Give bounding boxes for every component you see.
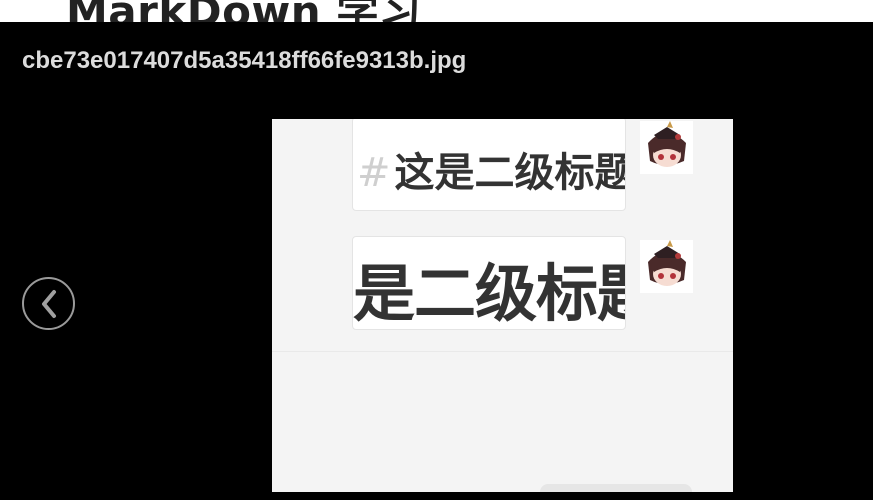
avatar-icon [640, 240, 693, 293]
preview-image: #这是二级标题 是二级标题 [272, 119, 733, 492]
input-bar [540, 484, 692, 492]
bubble-text: # 这是二级标题 [357, 140, 626, 198]
bubble-text: 是二级标题 [353, 257, 625, 330]
hash-mark: # [357, 150, 391, 196]
previous-image-button[interactable] [22, 277, 75, 330]
heading-text: 这是二级标题 [394, 150, 626, 196]
chat-bubble: # 这是二级标题 [352, 119, 626, 211]
image-viewer-overlay: cbe73e017407d5a35418ff66fe9313b.jpg # 这是二… [0, 22, 873, 500]
avatar-icon [640, 121, 693, 174]
chat-bubble: 是二级标题 [352, 236, 626, 330]
chevron-left-icon [39, 289, 59, 319]
image-filename: cbe73e017407d5a35418ff66fe9313b.jpg [22, 47, 467, 74]
divider [272, 351, 733, 352]
